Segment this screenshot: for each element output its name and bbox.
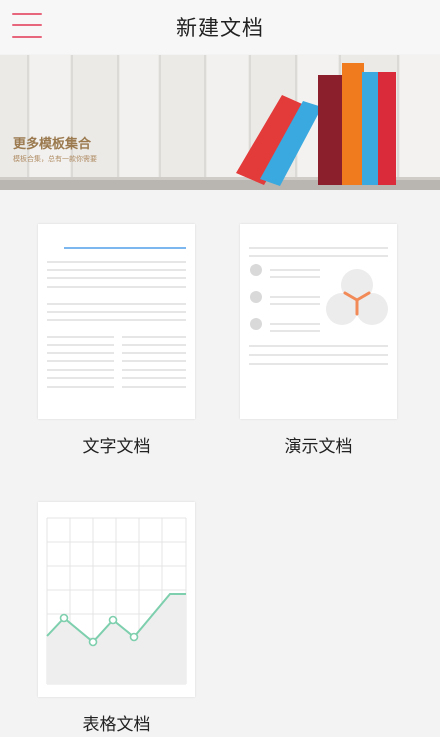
banner-title: 更多模板集合 [13,137,92,152]
template-banner[interactable]: 更多模板集合 模板合集，总有一款你需要 [0,55,440,190]
presentation-icon [249,247,388,365]
presentation-label: 演示文档 [284,437,353,457]
word-document-thumbnail [38,224,195,419]
spreadsheet-label: 表格文档 [82,715,151,735]
spreadsheet-chart-icon [46,517,187,685]
banner-subtitle: 模板合集，总有一款你需要 [13,155,97,163]
banner-bookshelf-image [0,55,440,190]
word-document-label: 文字文档 [82,437,151,457]
presentation-thumbnail [240,224,397,419]
top-bar: 新建文档 [0,0,440,54]
document-icon [47,247,186,388]
spreadsheet-thumbnail [38,502,195,697]
page-title: 新建文档 [176,16,264,40]
